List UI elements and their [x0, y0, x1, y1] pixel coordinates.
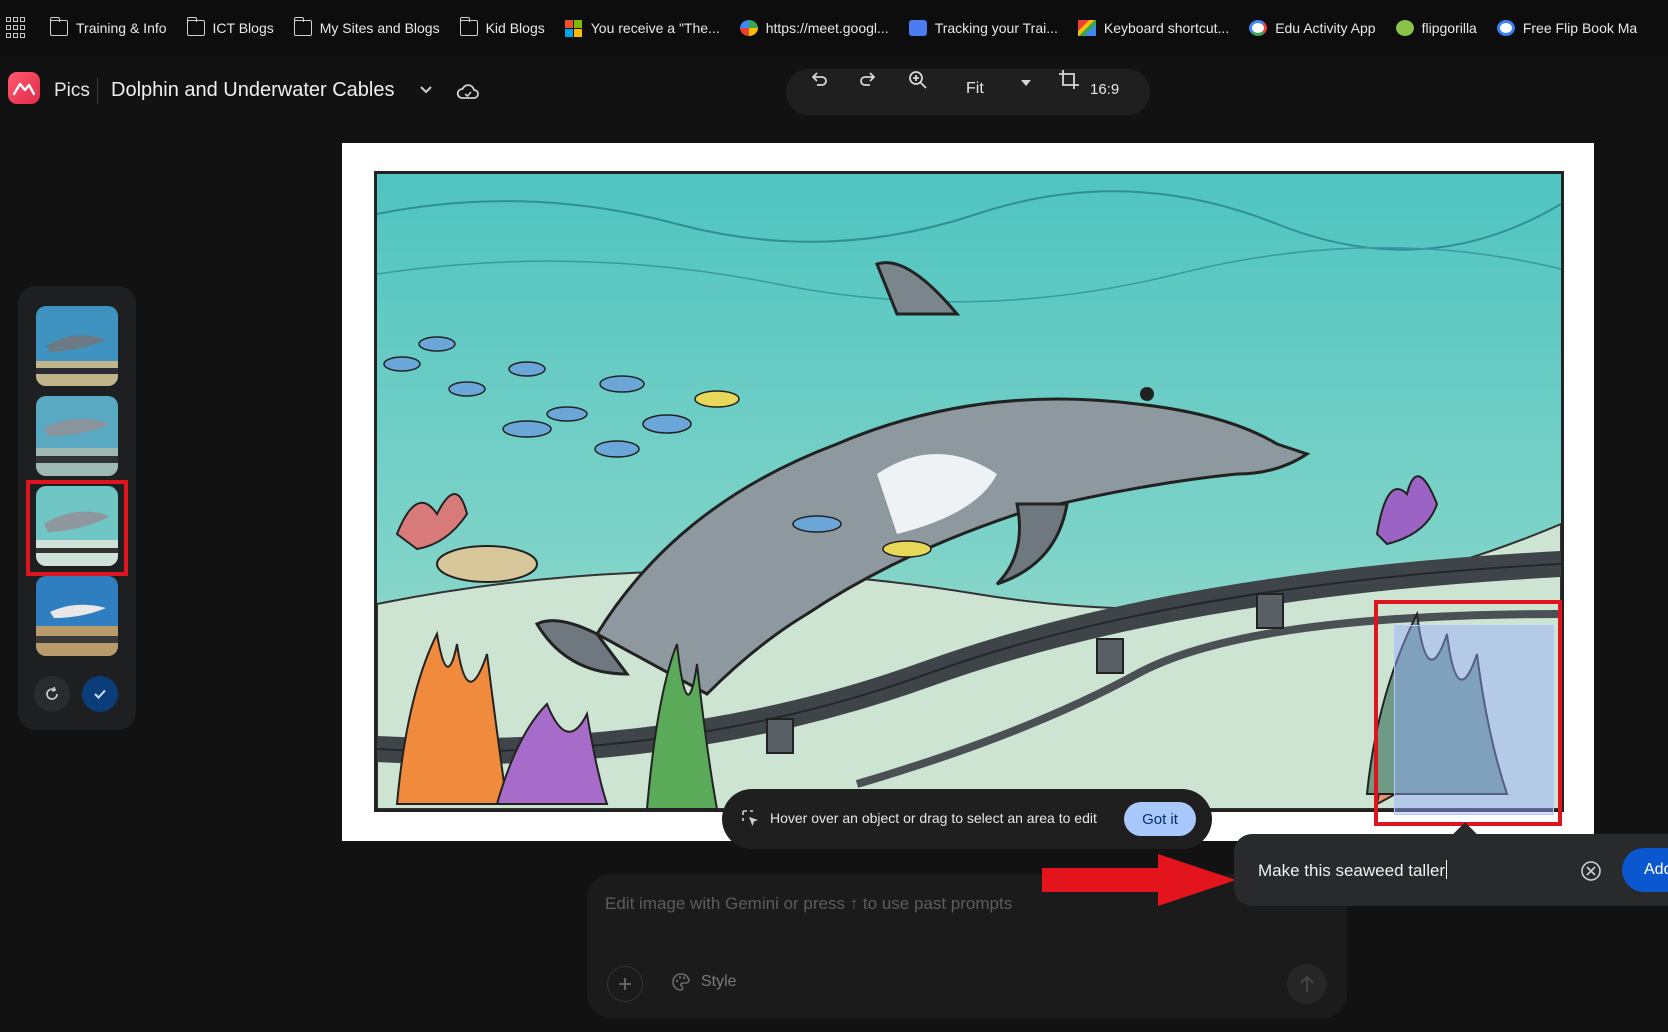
regenerate-button[interactable]	[34, 676, 70, 712]
refresh-icon	[46, 686, 58, 700]
zoom-dropdown-icon[interactable]	[1020, 78, 1032, 88]
undo-icon[interactable]	[808, 69, 830, 91]
cloud-save-icon[interactable]	[456, 83, 480, 101]
apps-grid-icon[interactable]	[6, 17, 28, 39]
dolphin-thumbnail-image	[36, 576, 118, 656]
send-button[interactable]	[1287, 964, 1327, 1004]
doc-title[interactable]: Dolphin and Underwater Cables	[111, 79, 395, 102]
app-name: Pics	[54, 80, 90, 101]
bookmark-training-info[interactable]: Training & Info	[50, 17, 167, 36]
select-area-icon	[742, 810, 758, 826]
bookmark-my-sites[interactable]: My Sites and Blogs	[293, 17, 440, 36]
got-it-button[interactable]: Got it	[1124, 802, 1196, 836]
clear-icon[interactable]	[1580, 860, 1602, 882]
edit-instruction-popup: Make this seaweed taller Add	[1234, 834, 1668, 906]
aspect-ratio[interactable]: 16:9	[1090, 81, 1119, 98]
pics-logo-icon	[8, 72, 40, 104]
folder-icon	[293, 17, 312, 36]
bookmark-edu-activity[interactable]: Edu Activity App	[1249, 20, 1376, 36]
header-divider	[97, 78, 98, 104]
folder-icon	[186, 17, 205, 36]
style-button[interactable]: Style	[671, 972, 737, 992]
add-attachment-button[interactable]	[607, 966, 643, 1002]
google-icon	[1249, 20, 1268, 36]
bookmark-flipbook[interactable]: Free Flip Book Ma	[1496, 20, 1637, 36]
version-thumbnail-2[interactable]	[36, 396, 118, 476]
hint-text: Hover over an object or drag to select a…	[770, 810, 1097, 826]
zoom-in-icon[interactable]	[907, 69, 929, 91]
annotation-arrow-icon	[1042, 854, 1236, 906]
selected-version-highlight	[26, 480, 128, 576]
confirm-version-button[interactable]	[82, 676, 118, 712]
chevron-down-icon[interactable]	[418, 84, 434, 96]
plus-icon	[619, 978, 631, 990]
bookmark-kid-blogs[interactable]: Kid Blogs	[459, 17, 545, 36]
meet-icon	[739, 20, 758, 36]
bookmark-meet[interactable]: https://meet.googl...	[739, 20, 889, 36]
bookmark-microsoft[interactable]: You receive a "The...	[564, 20, 720, 37]
crop-icon[interactable]	[1058, 69, 1080, 91]
gmail-icon	[1077, 20, 1096, 36]
selection-hint-toast: Hover over an object or drag to select a…	[722, 789, 1212, 849]
edit-instruction-input[interactable]: Make this seaweed taller	[1258, 860, 1448, 881]
add-edit-button[interactable]: Add	[1622, 848, 1668, 892]
version-thumbnail-4[interactable]	[36, 576, 118, 656]
flipgorilla-icon	[1395, 20, 1414, 36]
dolphin-thumbnail-image	[36, 396, 118, 476]
redo-icon[interactable]	[857, 69, 879, 91]
selected-area-overlay[interactable]	[1394, 625, 1554, 815]
flipbook-icon	[1496, 20, 1515, 36]
text-caret	[1446, 860, 1448, 879]
chat-icon	[908, 20, 927, 36]
bookmark-ict-blogs[interactable]: ICT Blogs	[186, 17, 274, 36]
zoom-level[interactable]: Fit	[966, 80, 984, 98]
bookmark-flipgorilla[interactable]: flipgorilla	[1395, 20, 1477, 36]
bookmark-tracking[interactable]: Tracking your Trai...	[908, 20, 1058, 36]
folder-icon	[50, 17, 68, 36]
check-icon	[94, 689, 106, 699]
bookmarks-bar: Training & Info ICT Blogs My Sites and B…	[0, 0, 1668, 56]
prompt-placeholder[interactable]: Edit image with Gemini or press ↑ to use…	[605, 894, 1012, 914]
bookmark-keyboard[interactable]: Keyboard shortcut...	[1077, 20, 1229, 36]
arrow-up-icon	[1300, 975, 1314, 992]
version-sidebar	[18, 286, 136, 730]
dolphin-thumbnail-image	[36, 306, 118, 386]
app-header: Pics Dolphin and Underwater Cables Fit 1…	[0, 56, 1668, 126]
palette-icon	[672, 973, 690, 991]
style-label: Style	[701, 973, 737, 990]
folder-icon	[459, 17, 478, 36]
version-thumbnail-1[interactable]	[36, 306, 118, 386]
microsoft-icon	[564, 20, 583, 37]
